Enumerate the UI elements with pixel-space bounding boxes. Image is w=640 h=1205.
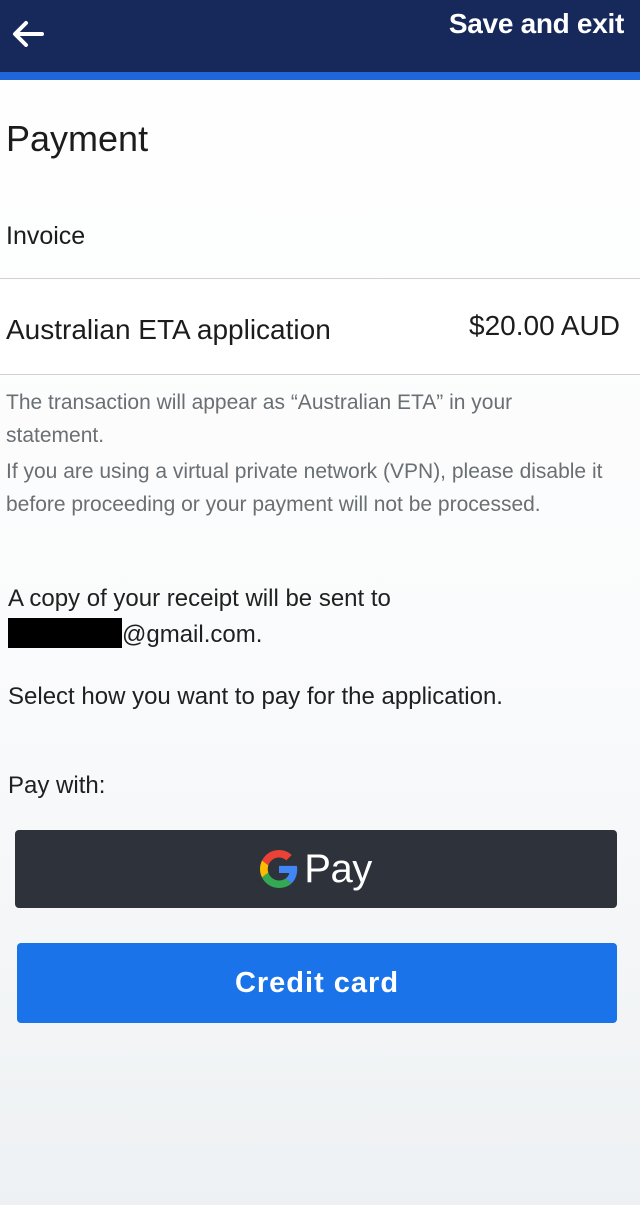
google-g-icon — [260, 850, 298, 888]
credit-card-button[interactable]: Credit card — [17, 943, 617, 1023]
transaction-note: The transaction will appear as “Australi… — [6, 391, 513, 447]
divider — [0, 278, 640, 279]
receipt-email-domain: @gmail.com. — [122, 621, 263, 648]
invoice-heading: Invoice — [6, 222, 86, 250]
back-button[interactable] — [8, 14, 48, 54]
google-pay-label: Pay — [304, 846, 372, 891]
invoice-row: Australian ETA application $20.00 AUD — [0, 280, 640, 374]
payment-page: Save and exit Payment Invoice Australian… — [0, 0, 640, 1205]
arrow-left-icon — [13, 21, 44, 47]
google-pay-logo: Pay — [260, 846, 372, 892]
pay-with-label: Pay with: — [8, 772, 106, 799]
save-and-exit-button[interactable]: Save and exit — [449, 8, 624, 40]
credit-card-label: Credit card — [234, 966, 400, 999]
redacted-email-block — [8, 618, 122, 648]
google-pay-button[interactable]: Pay — [15, 830, 617, 908]
page-title: Payment — [6, 118, 149, 159]
vpn-note: If you are using a virtual private netwo… — [6, 460, 603, 516]
receipt-intro: A copy of your receipt will be sent to — [8, 585, 391, 612]
header-bar: Save and exit — [0, 0, 640, 76]
invoice-item-name: Australian ETA application — [6, 314, 331, 345]
payment-instructions: Select how you want to pay for the appli… — [8, 683, 503, 710]
divider — [0, 374, 640, 375]
invoice-amount: $20.00 AUD — [469, 310, 620, 341]
receipt-info: A copy of your receipt will be sent to @… — [8, 581, 628, 653]
header-accent-stripe — [0, 72, 640, 80]
